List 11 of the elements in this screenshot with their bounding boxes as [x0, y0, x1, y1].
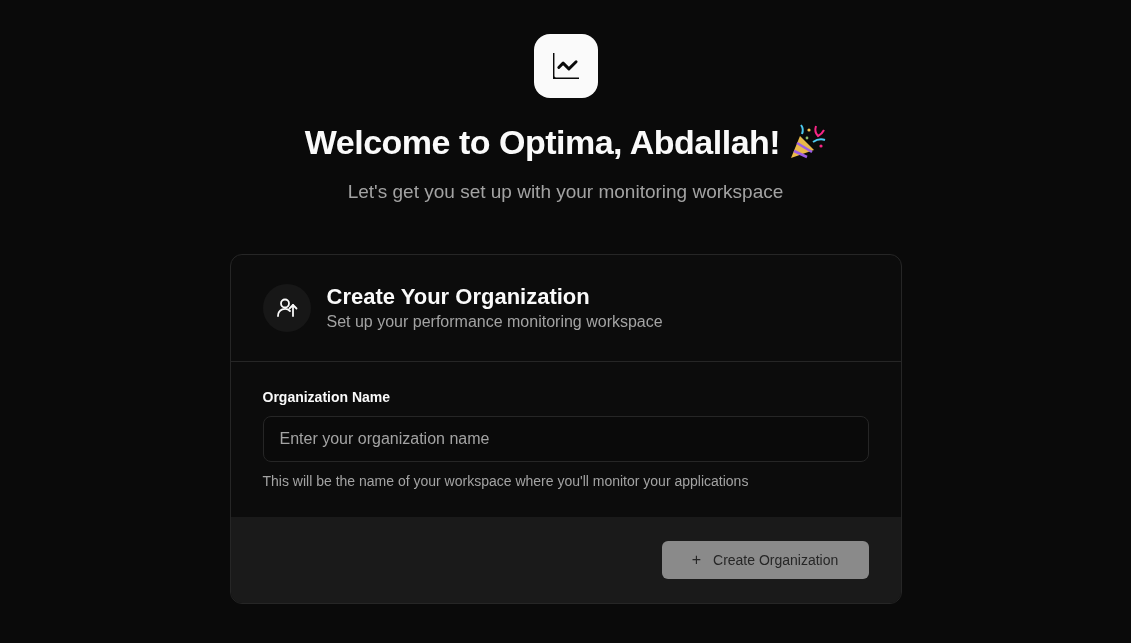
plus-icon: + — [691, 552, 701, 568]
user-arrow-up-icon — [262, 284, 311, 332]
field-label: Organization Name — [262, 388, 392, 407]
field-help-text: This will be the name of your workspace where you'll monitor your applications — [262, 472, 750, 491]
card-subtitle: Set up your performance monitoring workspace — [326, 312, 663, 332]
welcome-title: Welcome to Optima, Abdallah! — [304, 122, 781, 163]
line-chart-icon — [552, 53, 579, 79]
party-popper-icon — [788, 124, 827, 160]
organization-name-input[interactable]: Enter your organization name — [262, 416, 869, 462]
card-title: Create Your Organization — [326, 283, 591, 311]
welcome-subtitle: Let's get you set up with your monitoring workspace — [347, 180, 784, 204]
